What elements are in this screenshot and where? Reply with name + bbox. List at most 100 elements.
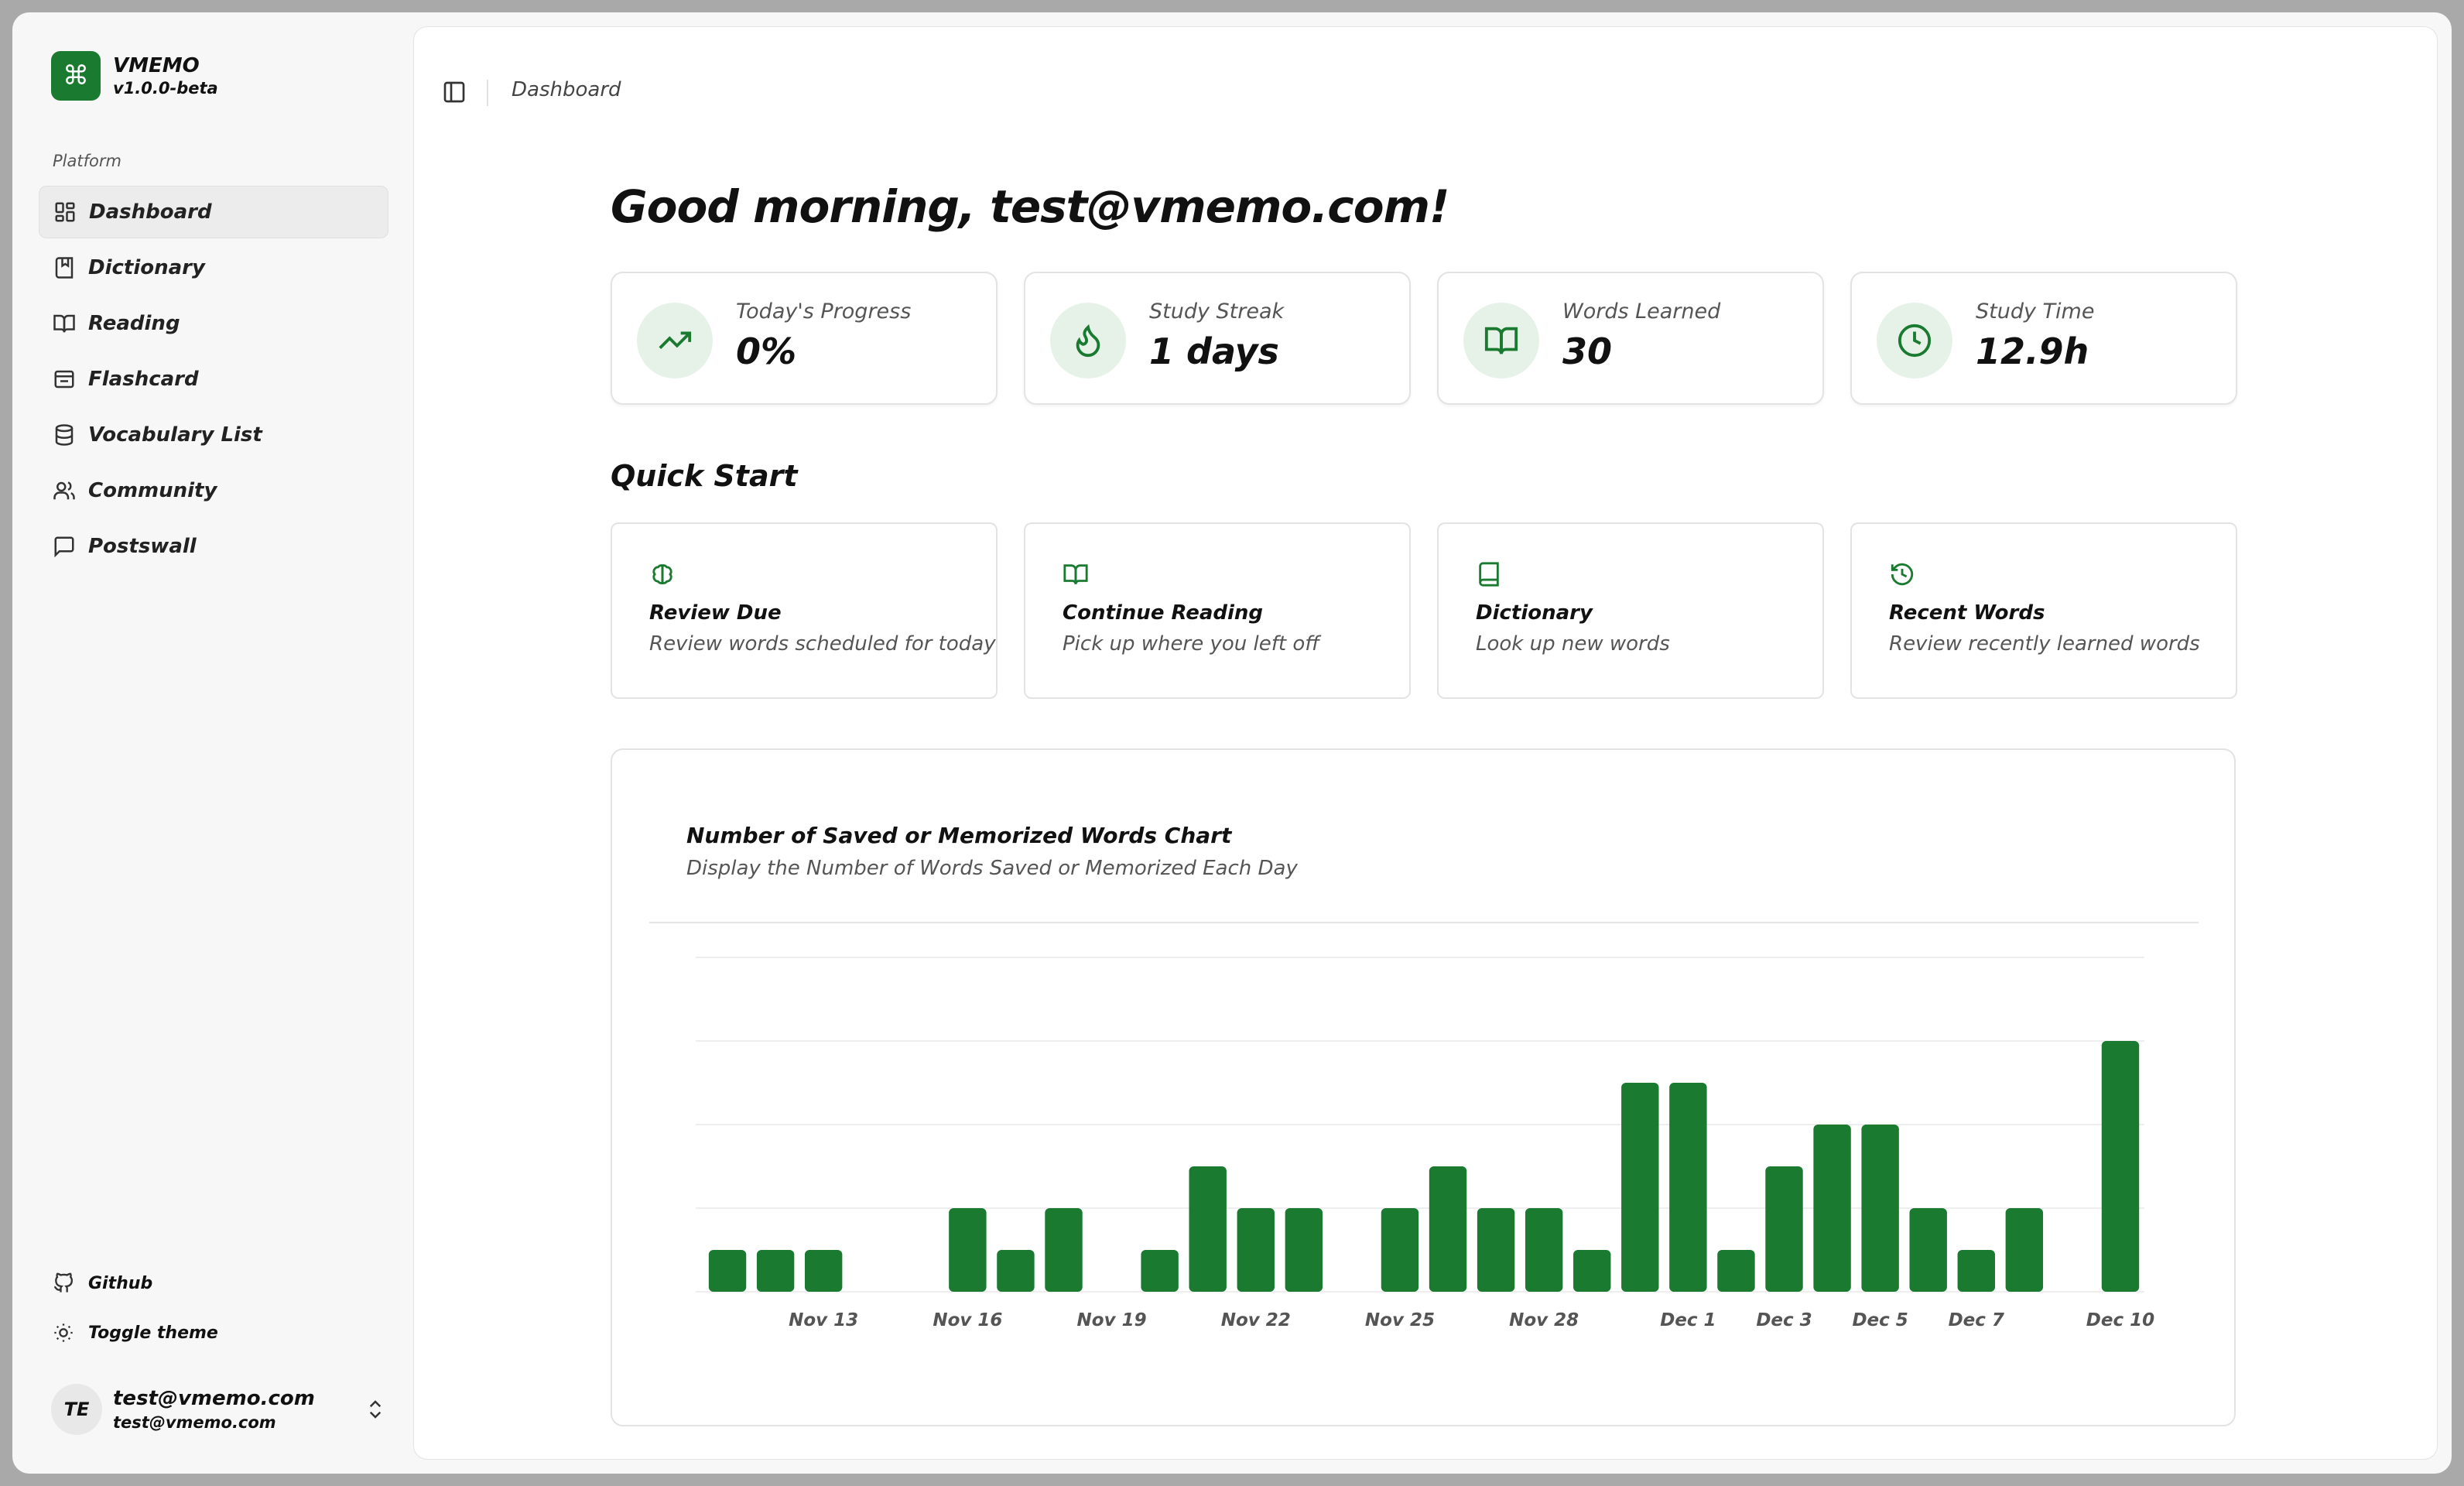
chart-bar[interactable] — [1573, 1250, 1611, 1292]
chart-bar[interactable] — [1237, 1208, 1275, 1292]
chart-bar[interactable] — [1861, 1125, 1899, 1292]
sidebar-item-community[interactable]: Community — [39, 464, 388, 517]
trending-up-icon — [659, 331, 692, 349]
chevrons-up-down-icon — [369, 1400, 382, 1419]
stat-card-study-streak: Study Streak 1 days — [1024, 272, 1411, 405]
chart-bar[interactable] — [1669, 1083, 1707, 1292]
book-open-icon — [53, 314, 75, 333]
github-link[interactable]: Github — [53, 1258, 218, 1308]
chart-tick-label: Nov 25 — [1365, 1310, 1435, 1330]
quick-start-card-desc: Review words scheduled for today — [649, 632, 996, 656]
stat-card-todays-progress: Today's Progress 0% — [611, 272, 998, 405]
toggle-theme-button[interactable]: Toggle theme — [53, 1308, 218, 1358]
chart-bar[interactable] — [2005, 1208, 2044, 1292]
chart-bar[interactable] — [2101, 1041, 2140, 1292]
chart-tick-label: Nov 13 — [789, 1310, 858, 1330]
stat-label: Today's Progress — [736, 300, 912, 324]
sidebar-item-dictionary[interactable]: Dictionary — [39, 241, 388, 294]
chart-bar[interactable] — [1285, 1208, 1323, 1292]
sidebar-toggle-icon[interactable] — [442, 80, 467, 104]
brand-logo-icon: ⌘ — [51, 51, 101, 101]
stat-label: Study Time — [1976, 300, 2095, 324]
stat-label: Study Streak — [1149, 300, 1285, 324]
dashboard-icon — [55, 202, 75, 222]
chart-tick-label: Nov 19 — [1077, 1310, 1147, 1330]
chart-bar[interactable] — [1621, 1083, 1659, 1292]
sidebar-item-label: Vocabulary List — [88, 423, 262, 447]
sidebar-item-label: Dashboard — [89, 200, 212, 224]
main-panel: Dashboard Good morning, test@vmemo.com! … — [413, 26, 2438, 1460]
sidebar-item-label: Flashcard — [88, 368, 199, 391]
sidebar-item-reading[interactable]: Reading — [39, 297, 388, 350]
stat-card-study-time: Study Time 12.9h — [1850, 272, 2237, 405]
sidebar-footer: Github Toggle theme — [53, 1258, 218, 1358]
chart-bar[interactable] — [1477, 1208, 1515, 1292]
stat-value: 12.9h — [1976, 330, 2089, 372]
chart-bar[interactable] — [1141, 1250, 1179, 1292]
history-icon — [1891, 563, 1914, 586]
clock-icon — [1898, 324, 1932, 358]
book-icon — [1479, 562, 1499, 587]
stat-value: 30 — [1562, 330, 1613, 372]
quick-start-card-title: Continue Reading — [1063, 601, 1264, 625]
stat-value: 1 days — [1149, 330, 1279, 372]
chart-bar[interactable] — [1765, 1166, 1803, 1292]
chart-bar[interactable] — [708, 1250, 747, 1292]
sun-icon — [54, 1323, 73, 1342]
chart-bar[interactable] — [1717, 1250, 1755, 1292]
stat-card-words-learned: Words Learned 30 — [1437, 272, 1824, 405]
chart-bar[interactable] — [1045, 1208, 1083, 1292]
sidebar-item-label: Dictionary — [88, 256, 205, 279]
brand[interactable]: ⌘ VMEMO v1.0.0-beta — [51, 51, 218, 101]
app-window: ⌘ VMEMO v1.0.0-beta Platform Dashboard D… — [12, 12, 2452, 1474]
sidebar-item-flashcard[interactable]: Flashcard — [39, 353, 388, 406]
user-name: test@vmemo.com — [113, 1387, 315, 1410]
sidebar-nav: Dashboard Dictionary Reading Flashcard V… — [39, 186, 388, 576]
chart-tick-label: Dec 3 — [1756, 1310, 1812, 1330]
chart-tick-label: Nov 28 — [1509, 1310, 1579, 1330]
sidebar-item-label: Reading — [88, 312, 180, 335]
toggle-theme-label: Toggle theme — [88, 1323, 218, 1343]
github-label: Github — [88, 1273, 153, 1293]
book-open-icon — [1484, 327, 1518, 354]
chart-bar[interactable] — [949, 1208, 987, 1292]
quick-start-card-title: Recent Words — [1889, 601, 2045, 625]
user-email: test@vmemo.com — [113, 1413, 276, 1432]
section-label-platform: Platform — [53, 152, 121, 170]
message-icon — [54, 536, 74, 558]
quick-start-title: Quick Start — [611, 459, 798, 493]
quick-start-recent-words[interactable]: Recent Words Review recently learned wor… — [1850, 522, 2237, 699]
chart-bar[interactable] — [1813, 1125, 1851, 1292]
book-open-icon — [1063, 564, 1088, 585]
quick-start-continue-reading[interactable]: Continue Reading Pick up where you left … — [1024, 522, 1411, 699]
chart-bar[interactable] — [1957, 1250, 1995, 1292]
chart-bar[interactable] — [1189, 1166, 1227, 1292]
sidebar-item-dashboard[interactable]: Dashboard — [39, 186, 388, 238]
chart-tick-label: Dec 7 — [1949, 1310, 2004, 1330]
chart-bar[interactable] — [1909, 1208, 1947, 1292]
chart-tick-label: Dec 1 — [1660, 1310, 1716, 1330]
quick-start-dictionary[interactable]: Dictionary Look up new words — [1437, 522, 1824, 699]
user-menu[interactable]: TE test@vmemo.com test@vmemo.com — [51, 1378, 392, 1441]
topbar-divider — [487, 80, 488, 106]
chart-bar[interactable] — [1429, 1166, 1467, 1292]
quick-start-card-desc: Pick up where you left off — [1063, 632, 1319, 656]
avatar: TE — [51, 1384, 102, 1435]
chart-bar[interactable] — [997, 1250, 1035, 1292]
quick-start-review-due[interactable]: Review Due Review words scheduled for to… — [611, 522, 998, 699]
sidebar-item-vocabulary-list[interactable]: Vocabulary List — [39, 409, 388, 461]
flashcard-icon — [54, 370, 74, 389]
chart-bar[interactable] — [804, 1250, 843, 1292]
sidebar-item-label: Postswall — [88, 535, 197, 558]
quick-start-card-desc: Look up new words — [1476, 632, 1670, 656]
chart-bar[interactable] — [756, 1250, 795, 1292]
sidebar-item-postswall[interactable]: Postswall — [39, 520, 388, 573]
chart-tick-label: Nov 16 — [933, 1310, 1002, 1330]
words-chart-card: Number of Saved or Memorized Words Chart… — [611, 748, 2236, 1426]
chart-bar[interactable] — [1525, 1208, 1563, 1292]
quick-start-card-title: Review Due — [649, 601, 782, 625]
sidebar: ⌘ VMEMO v1.0.0-beta Platform Dashboard D… — [12, 12, 413, 1474]
users-icon — [53, 481, 75, 500]
chart-bar[interactable] — [1381, 1208, 1419, 1292]
breadcrumb[interactable]: Dashboard — [512, 78, 621, 101]
